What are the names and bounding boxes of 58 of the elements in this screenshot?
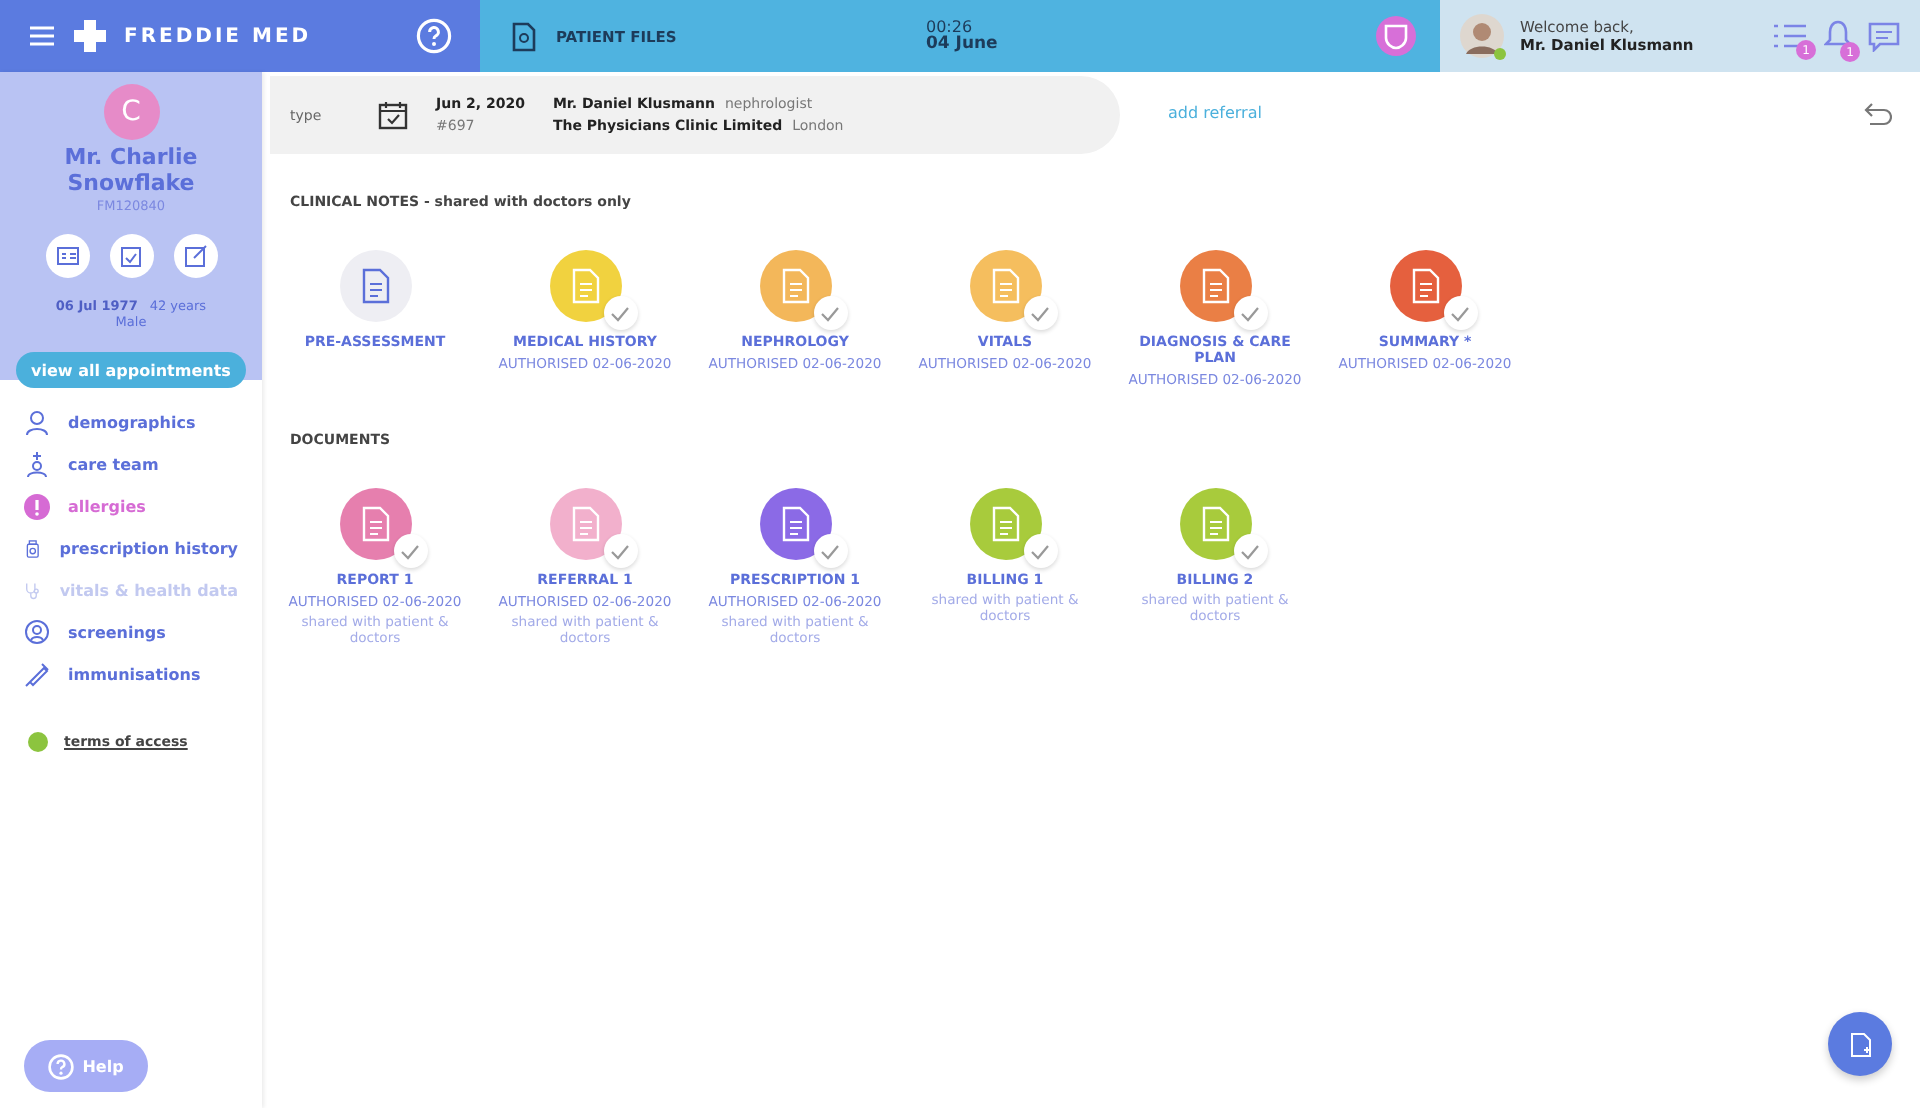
- edit-icon: [183, 244, 207, 269]
- document-icon: [1199, 506, 1231, 542]
- nav-link[interactable]: allergies: [68, 498, 146, 517]
- file-button[interactable]: [1179, 250, 1251, 322]
- document-icon: [989, 506, 1021, 542]
- file-button[interactable]: [759, 250, 831, 322]
- nav-link[interactable]: demographics: [68, 414, 196, 433]
- id-card-button[interactable]: [45, 234, 89, 279]
- medicine-bottle-icon: [24, 536, 42, 563]
- file-button[interactable]: [1179, 488, 1251, 560]
- help-icon[interactable]: [416, 18, 452, 54]
- shield-icon: [1384, 23, 1408, 49]
- add-referral-link[interactable]: add referral: [1168, 104, 1262, 122]
- document-icon: [1199, 268, 1231, 304]
- document-icon: [779, 268, 811, 304]
- file-button[interactable]: [339, 488, 411, 560]
- task-list-icon[interactable]: [1772, 22, 1808, 50]
- care-team-icon: [24, 452, 50, 479]
- menu-icon[interactable]: [28, 26, 56, 46]
- patient-name: Mr. Charlie Snowflake: [62, 144, 200, 197]
- document-icon: [359, 268, 391, 304]
- chat-icon[interactable]: [1868, 21, 1900, 51]
- id-card-icon: [55, 246, 79, 267]
- document-icon: [779, 506, 811, 542]
- document-icon: [569, 506, 601, 542]
- clock-time: 00:26: [926, 17, 973, 36]
- calendar-check-icon: [378, 100, 408, 130]
- new-document-button[interactable]: [1828, 1012, 1892, 1076]
- new-file-icon: [1849, 1031, 1871, 1057]
- calendar-icon: [120, 244, 142, 269]
- file-button[interactable]: [339, 250, 411, 322]
- calendar-button[interactable]: [109, 234, 153, 279]
- edit-button[interactable]: [173, 234, 217, 279]
- document-icon: [989, 268, 1021, 304]
- document-icon: [359, 506, 391, 542]
- avatar[interactable]: [1460, 14, 1504, 58]
- shield-button[interactable]: [1376, 16, 1416, 56]
- undo-icon[interactable]: [1864, 101, 1892, 125]
- help-icon: [48, 1053, 75, 1079]
- nav-link[interactable]: immunisations: [68, 666, 201, 685]
- file-button[interactable]: [1389, 250, 1461, 322]
- appointments-button[interactable]: view all appointments: [16, 352, 246, 389]
- screening-icon: [24, 620, 50, 647]
- document-icon: [512, 21, 536, 51]
- clock-date: 04 June: [926, 35, 998, 55]
- nav-link[interactable]: care team: [68, 456, 159, 475]
- syringe-icon: [24, 662, 50, 689]
- app-logo: FREDDIE MED: [124, 25, 312, 47]
- nav-link[interactable]: screenings: [68, 624, 166, 643]
- file-button[interactable]: [969, 488, 1041, 560]
- document-icon: [569, 268, 601, 304]
- file-button[interactable]: [759, 488, 831, 560]
- patient-avatar: C: [103, 84, 159, 140]
- nav-link[interactable]: prescription history: [59, 540, 238, 559]
- cross-logo-icon: [72, 18, 108, 54]
- document-icon: [1409, 268, 1441, 304]
- person-icon: [24, 410, 50, 437]
- stethoscope-icon: [24, 578, 42, 605]
